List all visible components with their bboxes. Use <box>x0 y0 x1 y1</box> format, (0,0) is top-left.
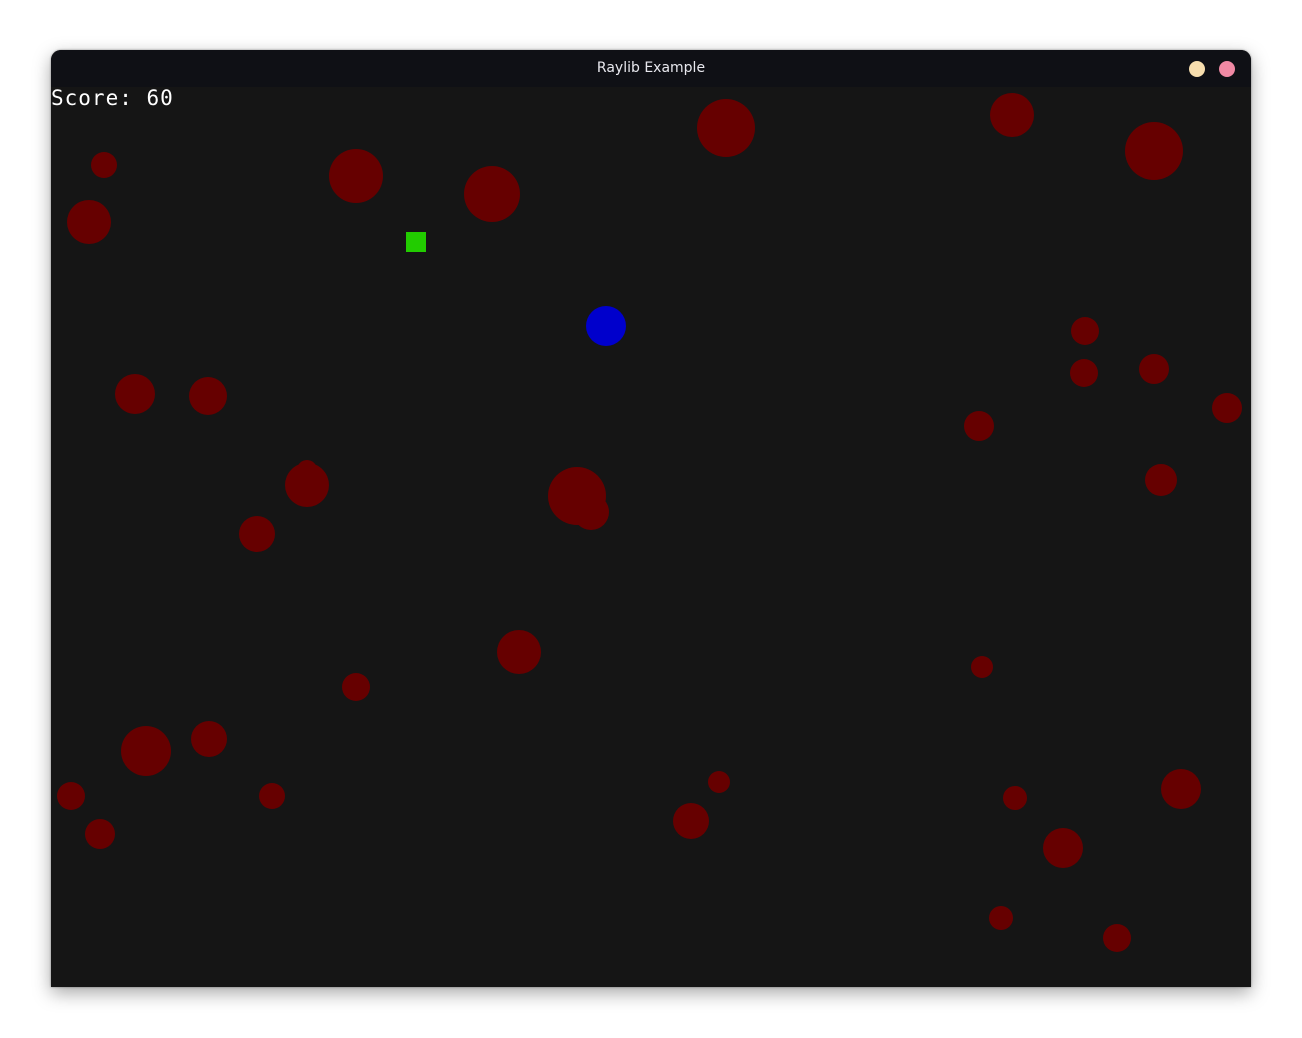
enemy-circle <box>989 906 1013 930</box>
enemy-circle <box>189 377 227 415</box>
game-scene <box>57 93 1242 952</box>
close-button[interactable] <box>1219 61 1235 77</box>
enemy-circle <box>239 516 275 552</box>
enemy-circle <box>497 630 541 674</box>
minimize-button[interactable] <box>1189 61 1205 77</box>
enemy-circle <box>1043 828 1083 868</box>
enemy-circle <box>1161 769 1201 809</box>
enemy-circle <box>67 200 111 244</box>
enemy-circle <box>85 819 115 849</box>
enemy-circle <box>259 783 285 809</box>
enemy-circle <box>1145 464 1177 496</box>
pickup-square <box>406 232 426 252</box>
enemy-circle <box>1070 359 1098 387</box>
enemy-circle <box>342 673 370 701</box>
title-bar[interactable]: Raylib Example <box>51 50 1251 87</box>
enemy-layer <box>57 93 1242 952</box>
enemy-circle <box>329 149 383 203</box>
enemy-circle <box>673 803 709 839</box>
enemy-circle <box>1071 317 1099 345</box>
enemy-circle <box>191 721 227 757</box>
enemy-circle <box>1003 786 1027 810</box>
enemy-circle <box>464 166 520 222</box>
enemy-circle <box>121 726 171 776</box>
window-title: Raylib Example <box>596 60 706 76</box>
enemy-circle <box>297 460 317 480</box>
enemy-circle <box>57 782 85 810</box>
enemy-circle <box>990 93 1034 137</box>
enemy-circle <box>971 656 993 678</box>
enemy-circle <box>1125 122 1183 180</box>
enemy-circle <box>1139 354 1169 384</box>
enemy-circle <box>708 771 730 793</box>
score-label: Score: 60 <box>51 86 174 110</box>
enemy-circle <box>1103 924 1131 952</box>
enemy-circle <box>1212 393 1242 423</box>
player-ball <box>586 306 626 346</box>
enemy-circle <box>573 494 609 530</box>
enemy-circle <box>964 411 994 441</box>
game-canvas[interactable]: Score: 60 <box>51 87 1251 987</box>
enemy-circle <box>115 374 155 414</box>
app-window: Raylib Example Score: 60 <box>51 50 1251 987</box>
enemy-circle <box>697 99 755 157</box>
enemy-circle <box>91 152 117 178</box>
